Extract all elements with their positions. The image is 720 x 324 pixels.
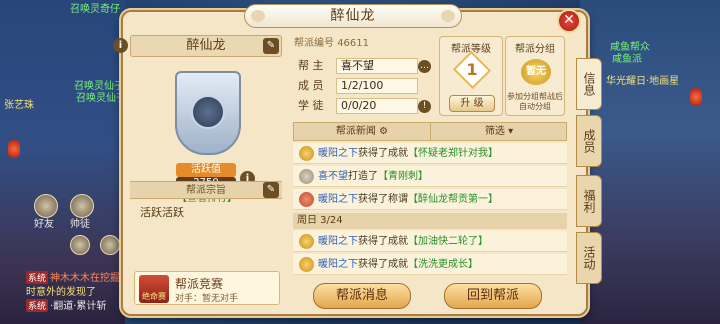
panel-title-text: 醉仙龙 (330, 8, 376, 24)
leader-row: 帮 主 喜不望 … (298, 58, 431, 74)
voice-icon[interactable] (70, 235, 90, 255)
news-item: 暖阳之下获得了成就【怀疑老郑针对我】 (293, 143, 567, 164)
group-note: 参加分组帮战后自动分组 (507, 92, 563, 111)
npc-label: 华光耀日·地画星 (606, 76, 680, 87)
info-icon[interactable]: i (113, 38, 128, 53)
news-item: 暖阳之下获得了成就【洗洗更成长】 (293, 254, 567, 275)
alert-icon[interactable]: ! (418, 100, 431, 113)
level-value: 1 (466, 60, 478, 79)
apprentice-row: 学 徒 0/0/20 ! (290, 97, 435, 115)
lantern-icon (8, 140, 20, 158)
return-guild-button[interactable]: 回到帮派 (444, 283, 542, 309)
active-badge: 活跃值 (176, 163, 236, 177)
purpose-header: 帮派宗旨 (130, 181, 282, 199)
upgrade-button[interactable]: 升 级 (449, 95, 495, 112)
chat-line[interactable]: 系统 神木木木在挖掘 (26, 269, 120, 284)
player-name: 张艺珠 (4, 100, 34, 111)
group-value: 暂无 (521, 59, 551, 85)
title-icon (299, 192, 314, 207)
news-item: 暖阳之下获得了称谓【醉仙龙帮贡第一】 (293, 189, 567, 210)
lion-icon (191, 95, 225, 129)
guild-profile: 醉仙龙 i ✎ 活跃值 2750 i 【查看排行】 帮派宗旨 ✎ 活跃活跃 绝命… (113, 35, 282, 307)
chat-icon[interactable]: … (418, 60, 431, 73)
battle-title: 帮派竞赛 (175, 277, 224, 291)
achievement-icon (299, 257, 314, 272)
guild-level-box: 帮派等级 1 升 级 (439, 36, 503, 116)
panel-title: 醉仙龙 (244, 4, 462, 28)
news-header: 帮派新闻 ⚙ 筛选 ▾ (293, 122, 567, 141)
edit-purpose-icon[interactable]: ✎ (263, 182, 279, 198)
edit-name-icon[interactable]: ✎ (263, 38, 279, 54)
news-item: 暖阳之下获得了成就【加油快二轮了】 (293, 231, 567, 252)
apprentice-label: 帅徒 (70, 219, 90, 230)
tab-info[interactable]: 信息 (576, 58, 602, 110)
news-list[interactable]: 暖阳之下获得了成就【怀疑老郑针对我】 喜不望打造了【青刚刺】 暖阳之下获得了称谓… (293, 143, 567, 278)
news-item: 喜不望打造了【青刚刺】 (293, 166, 567, 187)
leader-value: 喜不望 (336, 58, 418, 74)
mic-icon[interactable] (100, 235, 120, 255)
achievement-icon (299, 146, 314, 161)
gear-icon: ⚙ (379, 126, 389, 137)
close-button[interactable]: ✕ (557, 9, 581, 33)
tab-members[interactable]: 成员 (576, 115, 602, 167)
npc-label: 召唤灵仙子 (76, 93, 126, 104)
guild-battle-card[interactable]: 绝命赛 帮派竞赛 对手：暂无对手 (134, 271, 280, 305)
members-value: 1/2/100 (336, 78, 418, 94)
guild-group-box: 帮派分组 暂无 参加分组帮战后自动分组 (505, 36, 565, 116)
filter-dropdown[interactable]: 筛选 ▾ (432, 123, 566, 140)
group-title: 帮派分组 (515, 44, 555, 55)
chat-line[interactable]: 时意外的发现了 (26, 283, 96, 298)
achievement-icon (299, 234, 314, 249)
friend-label: 好友 (34, 219, 54, 230)
guild-emblem (175, 71, 241, 155)
tab-welfare[interactable]: 福利 (576, 175, 602, 227)
guild-name-text: 醉仙龙 (186, 38, 226, 53)
purpose-text: 活跃活跃 (140, 206, 184, 219)
guild-message-button[interactable]: 帮派消息 (313, 283, 411, 309)
tab-activity[interactable]: 活动 (576, 232, 602, 284)
ornament-icon (251, 10, 265, 22)
battle-icon: 绝命赛 (139, 275, 169, 303)
guild-name: 醉仙龙 (130, 35, 282, 57)
level-diamond-icon: 1 (452, 50, 492, 90)
tab-news[interactable]: 帮派新闻 ⚙ (294, 123, 431, 140)
members-row: 成 员 1/2/100 (290, 77, 435, 95)
chat-line[interactable]: 系统 ·翻道·累计斩 (26, 297, 106, 312)
chevron-down-icon: ▾ (508, 126, 514, 137)
emblem-area: 活跃值 2750 i 【查看排行】 (130, 59, 282, 204)
news-date: 周日 3/24 (293, 213, 567, 229)
npc-label: 咸鱼派 (612, 54, 642, 65)
apprentice-value: 0/0/20 (336, 98, 418, 114)
ornament-icon (441, 10, 455, 22)
lantern-icon (690, 88, 702, 106)
npc-label: 召唤灵奇仔 (70, 4, 120, 15)
guild-number: 帮派编号 46611 (294, 38, 369, 49)
battle-opponent: 对手：暂无对手 (175, 294, 239, 304)
forge-icon (299, 169, 314, 184)
